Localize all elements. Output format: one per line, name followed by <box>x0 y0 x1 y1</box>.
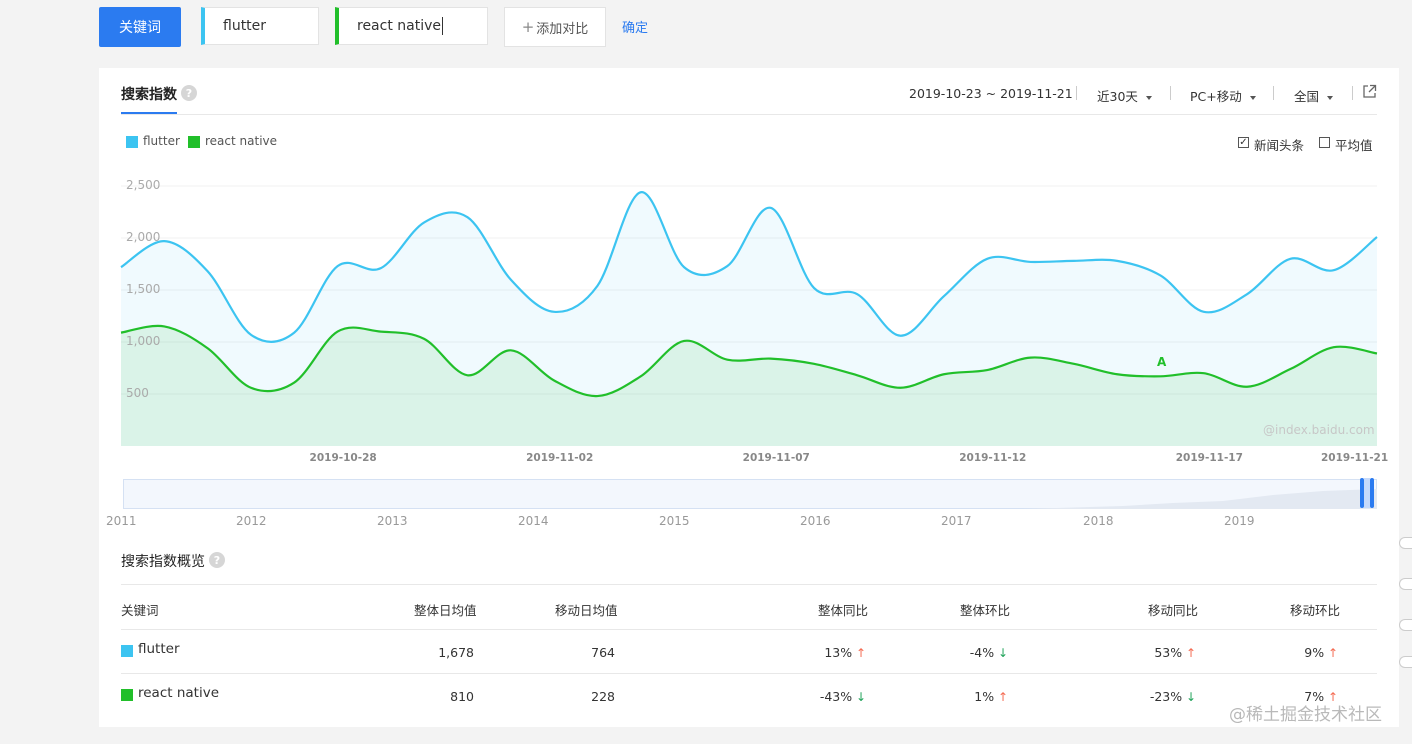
side-scroll-mark <box>1399 537 1412 549</box>
col-header-overall-avg: 整体日均值 <box>414 603 477 618</box>
col-header-keyword: 关键词 <box>121 603 159 618</box>
range-slider-window[interactable] <box>1364 478 1370 508</box>
x-tick-label: 2019-10-28 <box>309 452 377 464</box>
cell-value: 1,678 <box>438 645 474 660</box>
cell-mom: 1% ↑ <box>974 689 1008 704</box>
x-tick-label: 2019-11-21 <box>1321 452 1389 464</box>
side-scroll-mark <box>1399 578 1412 590</box>
row-keyword: flutter <box>138 641 180 657</box>
y-tick-label: 500 <box>126 386 149 400</box>
divider <box>121 629 1377 630</box>
y-tick-label: 1,000 <box>126 334 161 348</box>
cell-value: -23% <box>1149 689 1183 704</box>
cell-m-mom: 9% ↑ <box>1304 645 1338 660</box>
news-annotation-marker[interactable]: A <box>1157 355 1166 369</box>
x-tick-label: 2019-11-17 <box>1175 452 1243 464</box>
row-keyword: react native <box>138 685 220 701</box>
cell-value: 1% <box>974 689 995 704</box>
divider <box>121 584 1377 585</box>
cell-m-yoy: -23% ↓ <box>1150 689 1196 704</box>
cell-value: -43% <box>819 689 853 704</box>
range-year-label: 2011 <box>106 514 137 528</box>
cell-mobile-avg: 228 <box>591 689 615 704</box>
arrow-up-icon: ↑ <box>852 646 866 660</box>
col-header-overall-yoy: 整体同比 <box>818 603 869 618</box>
range-slider-preview <box>1023 489 1377 509</box>
cell-value: 9% <box>1304 645 1325 660</box>
arrow-down-icon: ↓ <box>1182 690 1196 704</box>
col-header-mobile-mom: 移动环比 <box>1290 603 1341 618</box>
cell-value: -4% <box>969 645 995 660</box>
y-tick-label: 2,000 <box>126 230 161 244</box>
divider <box>121 673 1377 674</box>
y-tick-label: 2,500 <box>126 178 161 192</box>
cell-overall-avg: 810 <box>450 689 474 704</box>
cell-yoy: 13% ↑ <box>824 645 866 660</box>
x-tick-label: 2019-11-12 <box>959 452 1027 464</box>
row-color-swatch <box>121 645 133 657</box>
range-year-label: 2014 <box>518 514 549 528</box>
x-tick-label: 2019-11-02 <box>526 452 594 464</box>
arrow-up-icon: ↑ <box>1182 646 1196 660</box>
col-header-overall-mom: 整体环比 <box>960 603 1011 618</box>
chart-watermark: @index.baidu.com <box>1263 423 1375 437</box>
cell-m-yoy: 53% ↑ <box>1154 645 1196 660</box>
side-scroll-mark <box>1399 656 1412 668</box>
range-year-label: 2017 <box>941 514 972 528</box>
cell-value: 764 <box>591 645 615 660</box>
y-tick-label: 1,500 <box>126 282 161 296</box>
range-year-label: 2013 <box>377 514 408 528</box>
overview-title: 搜索指数概览 <box>121 554 205 570</box>
cell-value: 13% <box>824 645 853 660</box>
cell-yoy: -43% ↓ <box>820 689 866 704</box>
cell-value: 53% <box>1154 645 1183 660</box>
range-year-label: 2016 <box>800 514 831 528</box>
range-slider-handle-right[interactable] <box>1370 478 1374 508</box>
range-year-label: 2018 <box>1083 514 1114 528</box>
range-year-label: 2019 <box>1224 514 1255 528</box>
col-header-mobile-yoy: 移动同比 <box>1148 603 1199 618</box>
cell-value: 810 <box>450 689 474 704</box>
help-icon[interactable]: ? <box>209 552 225 568</box>
arrow-up-icon: ↑ <box>994 690 1008 704</box>
arrow-down-icon: ↓ <box>852 690 866 704</box>
range-year-label: 2012 <box>236 514 267 528</box>
site-watermark: @稀土掘金技术社区 <box>1229 705 1382 725</box>
side-scroll-mark <box>1399 619 1412 631</box>
row-color-swatch <box>121 689 133 701</box>
search-index-chart[interactable] <box>0 0 1412 744</box>
cell-mobile-avg: 764 <box>591 645 615 660</box>
col-header-mobile-avg: 移动日均值 <box>555 603 618 618</box>
range-year-label: 2015 <box>659 514 690 528</box>
arrow-up-icon: ↑ <box>1324 646 1338 660</box>
x-tick-label: 2019-11-07 <box>742 452 810 464</box>
cell-mom: -4% ↓ <box>970 645 1008 660</box>
cell-overall-avg: 1,678 <box>438 645 474 660</box>
arrow-down-icon: ↓ <box>994 646 1008 660</box>
cell-value: 228 <box>591 689 615 704</box>
